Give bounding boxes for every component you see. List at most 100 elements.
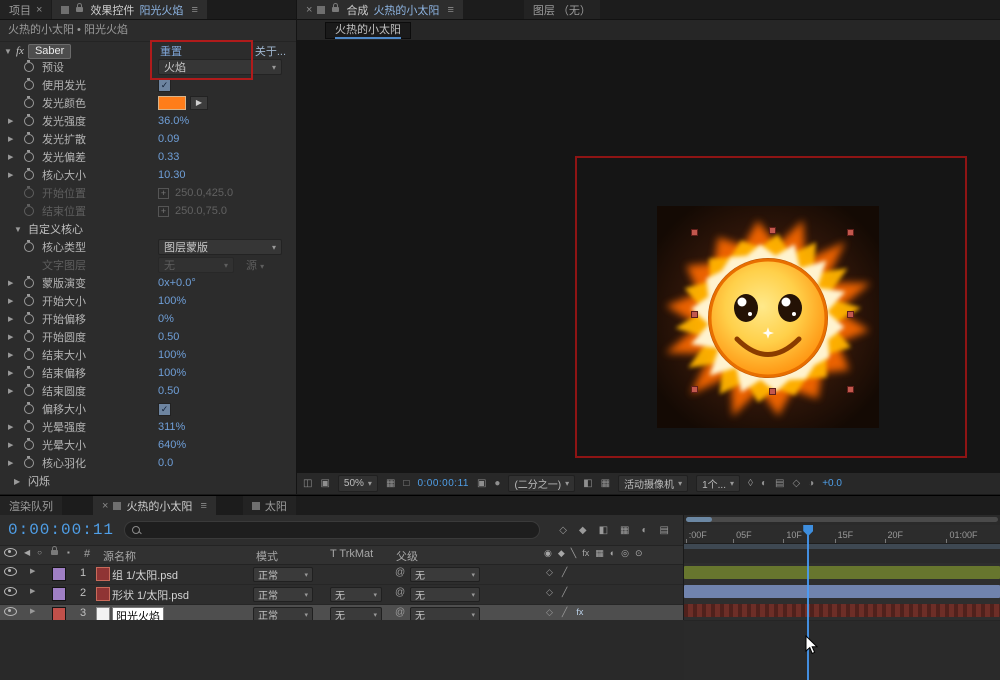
layer-duration-bar[interactable] xyxy=(684,566,1000,579)
comp-viewer-chip[interactable]: 火热的小太阳 xyxy=(325,22,411,39)
stopwatch-icon[interactable] xyxy=(24,152,42,162)
search-field[interactable] xyxy=(124,521,540,539)
switch-header-icon[interactable]: ⊙ xyxy=(635,548,643,559)
draft-3d-icon[interactable]: ◆ xyxy=(579,525,587,536)
parent-pickwhip-icon[interactable]: @ xyxy=(395,607,405,618)
layer-handle[interactable] xyxy=(692,230,697,235)
expand-arrow-icon[interactable]: ▶ xyxy=(8,441,24,449)
toggle-mask-icon[interactable]: □ xyxy=(403,478,409,489)
mode-select[interactable]: 正常▾ xyxy=(253,567,313,582)
camera-view-select[interactable]: 活动摄像机▾ xyxy=(618,475,688,492)
stopwatch-icon[interactable] xyxy=(24,206,42,216)
tab-project[interactable]: 项目 × xyxy=(0,0,51,19)
timeline-button-icon[interactable]: ▤ xyxy=(775,478,784,489)
expand-arrow-icon[interactable]: ▶ xyxy=(8,387,24,395)
preview-time[interactable]: 0:00:00:11 xyxy=(417,478,469,489)
show-channel-icon[interactable]: ● xyxy=(494,478,500,489)
playhead-line[interactable] xyxy=(807,525,809,680)
switch-header-icon[interactable]: ◆ xyxy=(558,548,565,559)
expand-arrow-icon[interactable]: ▶ xyxy=(8,459,24,467)
expand-arrow-icon[interactable]: ▶ xyxy=(8,117,24,125)
audio-icon[interactable]: ◀ xyxy=(24,548,30,557)
property-value[interactable]: 0.50 xyxy=(158,331,179,343)
lock-icon[interactable] xyxy=(51,550,58,555)
col-mode[interactable]: 模式 xyxy=(256,548,278,564)
color-swatch[interactable] xyxy=(158,96,186,110)
switch-header-icon[interactable]: ▦ xyxy=(595,548,604,559)
reset-link[interactable]: 重置 xyxy=(160,43,182,59)
property-dropdown[interactable]: 图层蒙版▾ xyxy=(158,239,282,255)
effect-name[interactable]: Saber xyxy=(28,44,71,59)
tab-layer-viewer[interactable]: 图层 （无） xyxy=(524,0,600,19)
expand-arrow-icon[interactable]: ▶ xyxy=(8,279,24,287)
always-preview-icon[interactable]: ◫ xyxy=(303,478,312,489)
stopwatch-icon[interactable] xyxy=(24,170,42,180)
layer-handle[interactable] xyxy=(770,389,775,394)
checkbox[interactable]: ✓ xyxy=(158,79,171,92)
stopwatch-icon[interactable] xyxy=(24,134,42,144)
transparency-grid-icon[interactable]: ▦ xyxy=(601,478,610,489)
col-source-name[interactable]: 源名称 xyxy=(103,548,136,564)
property-value[interactable]: 100% xyxy=(158,367,186,379)
tab-render-queue[interactable]: 渲染队列 xyxy=(0,496,62,515)
fx-icon[interactable]: fx xyxy=(16,45,24,57)
expand-arrow-icon[interactable]: ▶ xyxy=(8,153,24,161)
eye-icon[interactable] xyxy=(4,607,17,619)
switch-header-icon[interactable]: ◐ xyxy=(610,548,615,559)
expand-arrow-icon[interactable]: ▶ xyxy=(14,477,28,486)
layer-handle[interactable] xyxy=(848,312,853,317)
pixel-aspect-icon[interactable]: ◊ xyxy=(748,478,753,489)
panel-menu-icon[interactable]: ≡ xyxy=(191,4,197,16)
expand-arrow-icon[interactable]: ▶ xyxy=(8,333,24,341)
exposure-icon[interactable]: ◑ xyxy=(808,478,814,489)
col-parent[interactable]: 父级 xyxy=(396,548,418,564)
tab-timeline-comp[interactable]: × 火热的小太阳 ≡ xyxy=(93,496,216,515)
composition-viewer[interactable] xyxy=(297,40,1000,472)
stopwatch-icon[interactable] xyxy=(24,188,42,198)
property-value[interactable]: 0.0 xyxy=(158,457,173,469)
switch-header-icon[interactable]: ◎ xyxy=(621,548,629,559)
exposure-value[interactable]: +0.0 xyxy=(822,478,842,489)
position-value[interactable]: +250.0,75.0 xyxy=(158,205,227,217)
fx-switch[interactable]: fx xyxy=(576,607,583,618)
solo-icon[interactable]: ○ xyxy=(37,548,42,557)
mode-select[interactable]: 正常▾ xyxy=(253,587,313,602)
stopwatch-icon[interactable] xyxy=(24,440,42,450)
layer-handle[interactable] xyxy=(770,228,775,233)
layer-expand-icon[interactable]: ▶ xyxy=(30,607,35,615)
layer-handle[interactable] xyxy=(692,312,697,317)
property-value[interactable]: 100% xyxy=(158,295,186,307)
stopwatch-icon[interactable] xyxy=(24,404,42,414)
magnification-select[interactable]: 50%▾ xyxy=(338,475,378,492)
expand-arrow-icon[interactable]: ▶ xyxy=(8,297,24,305)
stopwatch-icon[interactable] xyxy=(24,62,42,72)
tab-effect-controls[interactable]: 效果控件 阳光火焰 ≡ xyxy=(52,0,206,19)
close-icon[interactable]: × xyxy=(306,4,312,16)
timeline-track-area[interactable]: :00F05F10F15F20F01:00F xyxy=(684,515,1000,680)
layer-expand-icon[interactable]: ▶ xyxy=(30,587,35,595)
tab-composition[interactable]: × 合成 火热的小太阳 ≡ xyxy=(297,0,463,19)
property-value[interactable]: 36.0% xyxy=(158,115,189,127)
layer-row[interactable]: ▶1组 1/太阳.psd正常▾@无▾◇╱ xyxy=(0,565,683,585)
switch-header-icon[interactable]: ◉ xyxy=(544,548,552,559)
layer-name[interactable]: 组 1/太阳.psd xyxy=(112,567,178,583)
graph-editor-icon[interactable]: ▤ xyxy=(660,525,669,536)
parent-pickwhip-icon[interactable]: @ xyxy=(395,587,405,598)
time-navigator[interactable] xyxy=(686,517,998,522)
position-value[interactable]: +250.0,425.0 xyxy=(158,187,233,199)
hide-shy-icon[interactable]: ◧ xyxy=(599,525,608,536)
eyedropper-icon[interactable]: ▶ xyxy=(190,96,208,110)
layer-duration-bar[interactable] xyxy=(684,585,1000,598)
close-icon[interactable]: × xyxy=(36,4,42,16)
layer-expand-icon[interactable]: ▶ xyxy=(30,567,35,575)
frame-blend-icon[interactable]: ▦ xyxy=(620,525,629,536)
stopwatch-icon[interactable] xyxy=(24,386,42,396)
col-trkmat[interactable]: T TrkMat xyxy=(330,548,373,560)
view-layout-select[interactable]: 1个...▾ xyxy=(696,475,740,492)
layer-handle[interactable] xyxy=(692,387,697,392)
eye-icon[interactable] xyxy=(4,567,17,579)
fast-previews-icon[interactable]: ◐ xyxy=(761,478,767,489)
collapse-arrow-icon[interactable]: ▼ xyxy=(14,225,28,234)
property-dropdown[interactable]: 火焰▾ xyxy=(158,59,282,75)
stopwatch-icon[interactable] xyxy=(24,350,42,360)
